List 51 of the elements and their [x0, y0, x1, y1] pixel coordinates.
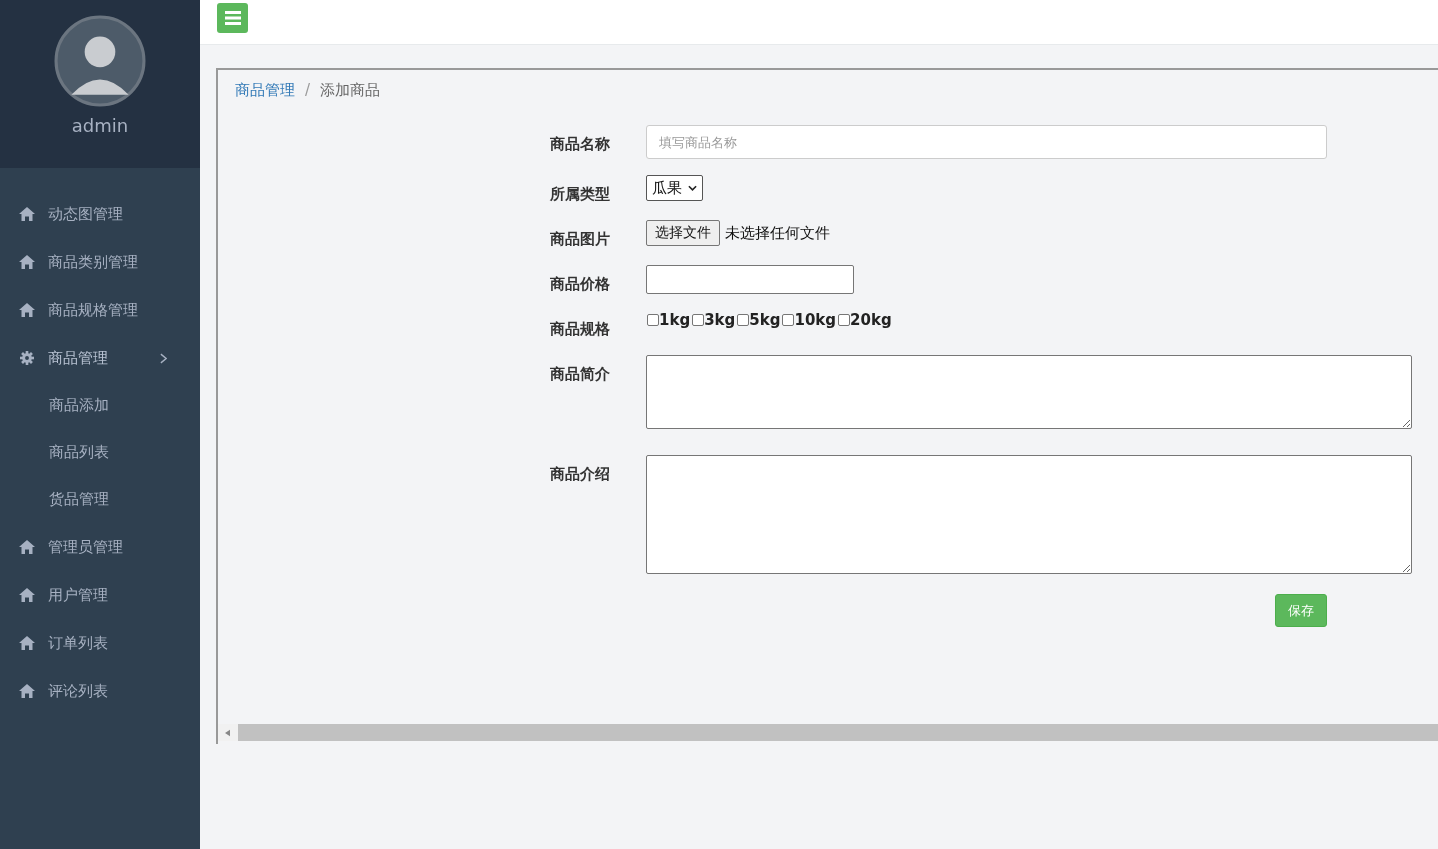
menu-item[interactable]: 评论列表	[0, 667, 200, 715]
home-icon	[19, 303, 35, 317]
checkbox[interactable]	[782, 314, 795, 326]
menu-icon	[224, 11, 241, 25]
settings-icon	[19, 351, 35, 365]
field-label: 商品简介	[550, 364, 611, 385]
text-area[interactable]	[646, 355, 1412, 429]
home-icon	[19, 684, 35, 698]
home-icon	[19, 636, 35, 650]
field-label: 所属类型	[550, 184, 611, 204]
breadcrumb-link[interactable]: 商品管理	[235, 81, 295, 111]
menu-item[interactable]: 订单列表	[0, 619, 200, 667]
field-label: 商品介绍	[550, 464, 611, 485]
menu-item[interactable]: 动态图管理	[0, 190, 200, 238]
menu-item[interactable]: 商品类别管理	[0, 238, 200, 286]
home-icon	[19, 588, 35, 602]
field-label: 商品规格	[550, 319, 611, 339]
submenu-item[interactable]: 货品管理	[0, 476, 200, 523]
field-label: 商品图片	[550, 229, 611, 249]
checkbox-label: 20kg	[850, 311, 892, 329]
menu-item[interactable]: 商品管理	[0, 334, 200, 382]
submenu-item[interactable]: 商品列表	[0, 429, 200, 476]
checkbox-label: 3kg	[704, 311, 736, 329]
checkbox-label: 1kg	[659, 311, 691, 329]
input-field[interactable]: 填写商品名称	[646, 125, 1327, 159]
menu-item[interactable]: 商品规格管理	[0, 286, 200, 334]
submenu-item[interactable]: 商品添加	[0, 382, 200, 429]
checkbox-label: 10kg	[794, 311, 837, 329]
checkbox[interactable]	[838, 314, 851, 326]
input-field[interactable]	[646, 265, 854, 294]
menu-item[interactable]: 管理员管理	[0, 523, 200, 571]
home-icon	[19, 540, 35, 554]
menu-button[interactable]	[217, 3, 248, 33]
breadcrumb-current: 添加商品	[320, 81, 381, 101]
file-status: 未选择任何文件	[725, 223, 830, 243]
checkbox-label: 5kg	[749, 311, 781, 329]
checkbox[interactable]	[737, 314, 750, 326]
field-label: 商品价格	[550, 274, 611, 294]
caret-icon	[688, 185, 697, 191]
checkbox[interactable]	[692, 314, 705, 326]
field-label: 商品名称	[550, 134, 611, 155]
choose-file-button[interactable]: 选择文件	[646, 220, 720, 246]
scroll-left-icon[interactable]	[225, 728, 230, 737]
checkbox[interactable]	[647, 314, 659, 326]
menu-item[interactable]: 用户管理	[0, 571, 200, 619]
home-icon	[19, 255, 35, 269]
breadcrumb-separator: /	[305, 81, 311, 101]
home-icon	[19, 207, 35, 221]
user-name: admin	[71, 115, 129, 136]
avatar-icon	[54, 15, 146, 107]
type-dropdown[interactable]: 瓜果	[646, 175, 703, 201]
